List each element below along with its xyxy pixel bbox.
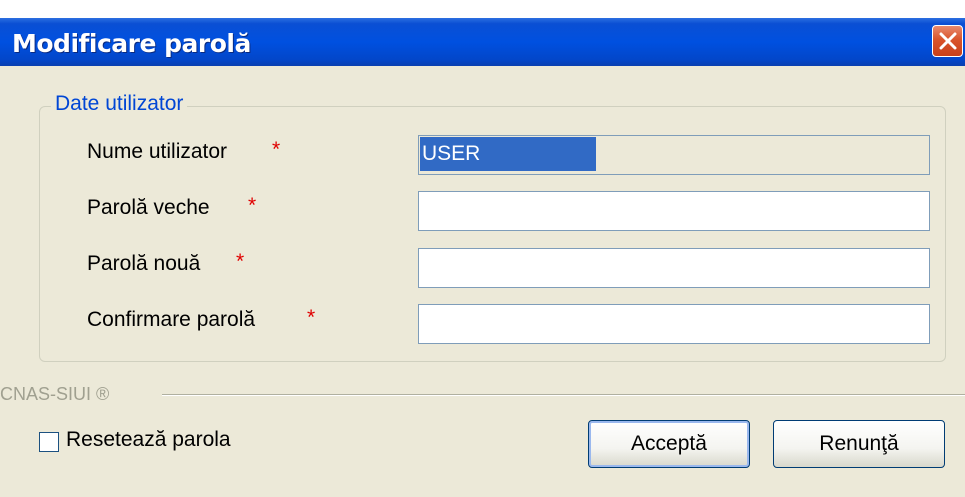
- accept-button[interactable]: Acceptă: [588, 420, 750, 468]
- username-field[interactable]: USER: [418, 135, 930, 175]
- cancel-button[interactable]: Renunţă: [773, 420, 945, 468]
- separator-line: [162, 394, 965, 396]
- required-mark: *: [307, 306, 316, 329]
- brand-label: CNAS-SIUI ®: [0, 384, 110, 404]
- old-password-field[interactable]: [418, 191, 930, 231]
- reset-password-label[interactable]: Resetează parola: [66, 428, 231, 452]
- confirm-password-input[interactable]: [419, 305, 929, 343]
- groupbox-legend: Date utilizator: [51, 92, 188, 116]
- reset-password-checkbox[interactable]: [39, 432, 59, 452]
- old-password-input[interactable]: [419, 192, 929, 230]
- required-mark: *: [248, 194, 257, 217]
- required-mark: *: [272, 138, 281, 161]
- username-value: USER: [420, 137, 596, 171]
- close-icon: [939, 32, 957, 50]
- confirm-password-field[interactable]: [418, 304, 930, 344]
- required-mark: *: [236, 250, 245, 273]
- new-password-field[interactable]: [418, 248, 930, 288]
- new-password-input[interactable]: [419, 249, 929, 287]
- confirm-password-label: Confirmare parolă: [87, 308, 256, 331]
- close-button[interactable]: [932, 25, 963, 57]
- new-password-label: Parolă nouă: [87, 252, 201, 275]
- top-strip: [0, 0, 965, 18]
- username-label: Nume utilizator: [87, 140, 228, 163]
- title-bar[interactable]: Modificare parolă: [0, 18, 965, 66]
- window-title: Modificare parolă: [12, 29, 251, 58]
- old-password-label: Parolă veche: [87, 196, 210, 219]
